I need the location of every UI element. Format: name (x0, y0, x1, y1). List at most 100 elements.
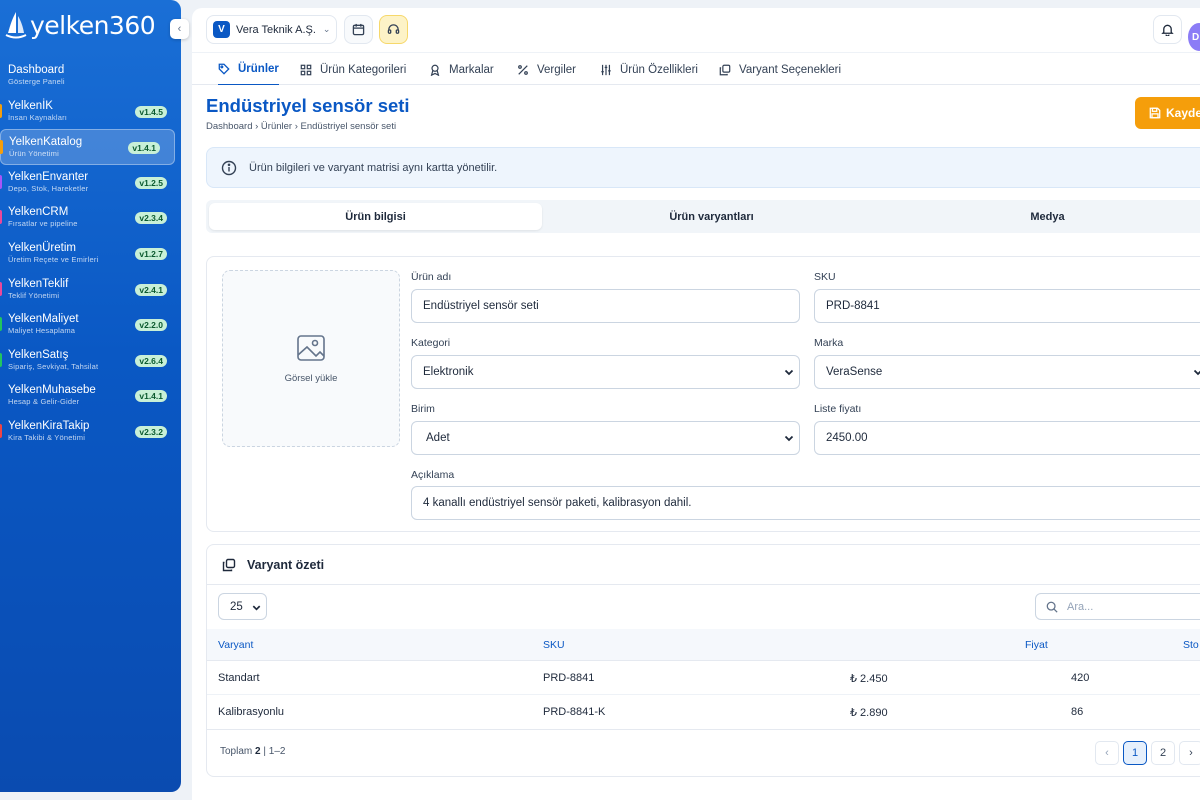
nav-item-yelkenmaliyet[interactable]: YelkenMaliyet Maliyet Hesaplama v2.2.0 (0, 307, 181, 343)
pagination-page-1[interactable]: 1 (1123, 741, 1147, 765)
tab-label: Ürün Özellikleri (620, 63, 698, 76)
chevron-down-icon (1193, 369, 1200, 376)
nav-item-yelkenik[interactable]: YelkenİK İnsan Kaynakları v1.4.5 (0, 94, 181, 130)
segment-medya[interactable]: Medya (881, 203, 1200, 230)
copy-icon (222, 558, 236, 571)
table-row[interactable]: Kalibrasyonlu PRD-8841-K ₺ 2.890 86 (207, 695, 1200, 729)
unit-select[interactable]: Adet (411, 421, 800, 455)
nav-item-subtitle: Gösterge Paneli (8, 77, 65, 86)
product-form-card: Görsel yükle Ürün adı Endüstriyel sensör… (206, 256, 1200, 532)
chevron-down-icon (784, 369, 794, 376)
nav-item-yelkenkiratakip[interactable]: YelkenKiraTakip Kira Takibi & Yönetimi v… (0, 414, 181, 450)
segment-urun-bilgisi[interactable]: Ürün bilgisi (209, 203, 542, 230)
pagination-next[interactable]: › (1179, 741, 1200, 765)
version-badge: v1.2.7 (135, 247, 167, 260)
sku-label: SKU (814, 271, 836, 283)
version-badge: v1.4.1 (135, 390, 167, 403)
total-label: Toplam (220, 746, 253, 757)
notifications-button[interactable] (1153, 15, 1182, 44)
list-price-input[interactable]: 2450.00 (814, 421, 1200, 455)
description-input[interactable]: 4 kanallı endüstriyel sensör paketi, kal… (411, 486, 1200, 520)
tab-vergiler[interactable]: Vergiler (517, 53, 576, 86)
total-range: | 1–2 (263, 746, 286, 757)
nav-item-yelkencrm[interactable]: YelkenCRM Fırsatlar ve pipeline v2.3.4 (0, 200, 181, 236)
calendar-button[interactable] (344, 15, 373, 44)
table-row[interactable]: Standart PRD-8841 ₺ 2.450 420 (207, 661, 1200, 695)
brand-label: Marka (814, 337, 844, 349)
calendar-icon (352, 23, 365, 36)
tab-label: Vergiler (537, 63, 576, 76)
nav-item-yelkenmuhasebe[interactable]: YelkenMuhasebe Hesap & Gelir-Gider v1.4.… (0, 378, 181, 414)
list-price-value: 2450.00 (826, 432, 868, 444)
sidebar-collapse-button[interactable]: ‹ (170, 19, 189, 39)
segment-urun-varyantlari[interactable]: Ürün varyantları (545, 203, 878, 230)
tab-urun-ozellikleri[interactable]: Ürün Özellikleri (600, 53, 698, 86)
table-footer: Toplam 2 | 1–2 ‹ 1 2 › (207, 729, 1200, 776)
chevron-left-icon: ‹ (1105, 747, 1109, 759)
nav-item-yelkenuretim[interactable]: YelkenÜretim Üretim Reçete ve Emirleri v… (0, 236, 181, 272)
sku-input[interactable]: PRD-8841 (814, 289, 1200, 323)
tab-label: Markalar (449, 63, 494, 76)
user-avatar[interactable]: D (1188, 23, 1200, 51)
nav-item-yelkensatis[interactable]: YelkenSatış Sipariş, Sevkiyat, Tahsilat … (0, 343, 181, 379)
nav-item-yelkenteklif[interactable]: YelkenTeklif Teklif Yönetimi v2.4.1 (0, 272, 181, 308)
variant-sku-cell: PRD-8841 (543, 672, 595, 684)
nav-item-dashboard[interactable]: Dashboard Gösterge Paneli (0, 58, 181, 94)
chevron-down-icon (784, 435, 794, 442)
column-header-variant[interactable]: Varyant (218, 639, 253, 651)
product-name-input[interactable]: Endüstriyel sensör seti (411, 289, 800, 323)
content-area: Endüstriyel sensör seti Dashboard › Ürün… (192, 85, 1200, 800)
company-selector[interactable]: V Vera Teknik A.Ş. ⌄ (206, 15, 337, 44)
brand-select[interactable]: VeraSense (814, 355, 1200, 389)
variant-stock-cell: 86 (1071, 706, 1084, 718)
column-header-price[interactable]: Fiyat (1025, 639, 1048, 651)
tab-label: Ürünler (238, 62, 279, 75)
headset-icon (387, 24, 400, 34)
variant-search-input[interactable]: Ara... (1035, 593, 1200, 620)
module-color-dot (0, 281, 2, 296)
module-nav: Dashboard Gösterge Paneli YelkenİK İnsan… (0, 58, 181, 450)
module-color-dot (0, 140, 3, 155)
sliders-icon (601, 64, 611, 75)
info-banner: Ürün bilgileri ve varyant matrisi aynı k… (206, 147, 1200, 188)
save-icon (1149, 107, 1161, 119)
page-size-select[interactable]: 25 (218, 593, 267, 620)
topbar: V Vera Teknik A.Ş. ⌄ D (192, 8, 1200, 52)
module-color-dot (0, 317, 2, 332)
pagination-prev[interactable]: ‹ (1095, 741, 1119, 765)
total-summary: Toplam 2 | 1–2 (220, 746, 285, 757)
image-upload-dropzone[interactable]: Görsel yükle (222, 270, 400, 447)
tab-urun-kategorileri[interactable]: Ürün Kategorileri (300, 53, 406, 86)
company-name: Vera Teknik A.Ş. (236, 23, 316, 36)
category-select[interactable]: Elektronik (411, 355, 800, 389)
tab-urunler[interactable]: Ürünler (218, 53, 279, 86)
version-badge: v2.3.4 (135, 212, 167, 225)
tab-varyant-secenekleri[interactable]: Varyant Seçenekleri (719, 53, 841, 86)
nav-item-yelkenkatalog[interactable]: YelkenKatalog Ürün Yönetimi v1.4.1 (0, 129, 175, 165)
column-header-stock[interactable]: Sto (1183, 639, 1199, 651)
support-button[interactable] (379, 15, 408, 44)
variant-stock-cell: 420 (1071, 672, 1090, 684)
save-button[interactable]: Kayde (1135, 97, 1200, 129)
copy-icon (719, 64, 731, 75)
segment-control: Ürün bilgisi Ürün varyantları Medya (206, 200, 1200, 233)
column-header-sku[interactable]: SKU (543, 639, 565, 651)
unit-label: Birim (411, 403, 435, 415)
module-color-dot (0, 423, 2, 438)
pagination-page-2[interactable]: 2 (1151, 741, 1175, 765)
product-name-value: Endüstriyel sensör seti (423, 300, 539, 312)
nav-item-yelkenenvanter[interactable]: YelkenEnvanter Depo, Stok, Hareketler v1… (0, 165, 181, 201)
main-panel: V Vera Teknik A.Ş. ⌄ D Ürünler Ürün Kate… (192, 0, 1200, 800)
variant-sku-cell: PRD-8841-K (543, 706, 606, 718)
logo[interactable]: yelken360 (4, 10, 156, 40)
category-value: Elektronik (423, 366, 474, 378)
list-price-label: Liste fiyatı (814, 403, 862, 415)
tab-markalar[interactable]: Markalar (429, 53, 494, 86)
chevron-down-icon: ⌄ (322, 24, 331, 34)
info-icon (221, 160, 237, 175)
variant-summary-title: Varyant özeti (247, 557, 325, 572)
page-title: Endüstriyel sensör seti (206, 95, 410, 116)
breadcrumb[interactable]: Dashboard › Ürünler › Endüstriyel sensör… (206, 121, 396, 132)
module-tabs: Ürünler Ürün Kategorileri Markalar Vergi… (192, 52, 1200, 86)
variant-name-cell: Standart (218, 672, 260, 684)
